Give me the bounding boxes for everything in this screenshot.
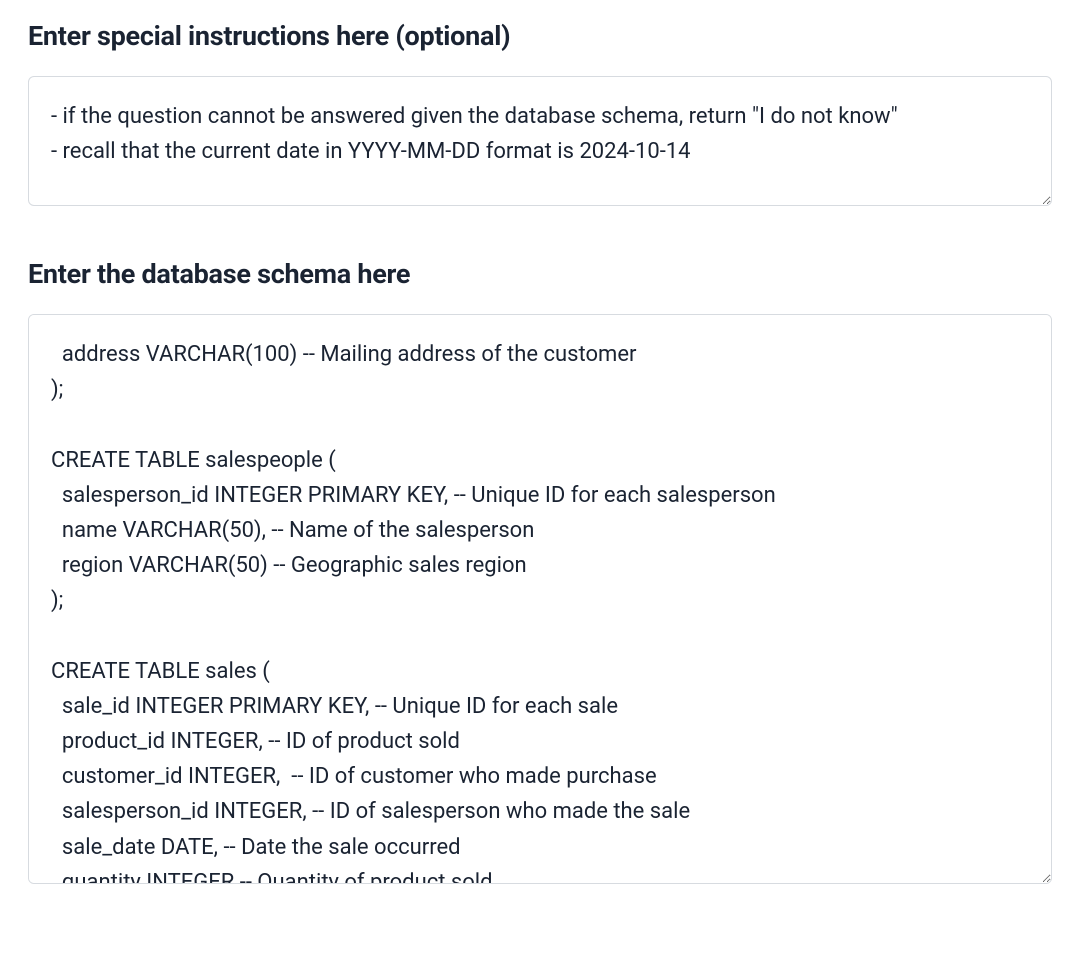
schema-textarea[interactable]: address VARCHAR(100) -- Mailing address … — [28, 314, 1052, 884]
instructions-textarea[interactable]: - if the question cannot be answered giv… — [28, 76, 1052, 206]
instructions-heading: Enter special instructions here (optiona… — [28, 20, 1052, 52]
schema-section: Enter the database schema here address V… — [28, 258, 1052, 888]
schema-heading: Enter the database schema here — [28, 258, 1052, 290]
instructions-section: Enter special instructions here (optiona… — [28, 20, 1052, 210]
